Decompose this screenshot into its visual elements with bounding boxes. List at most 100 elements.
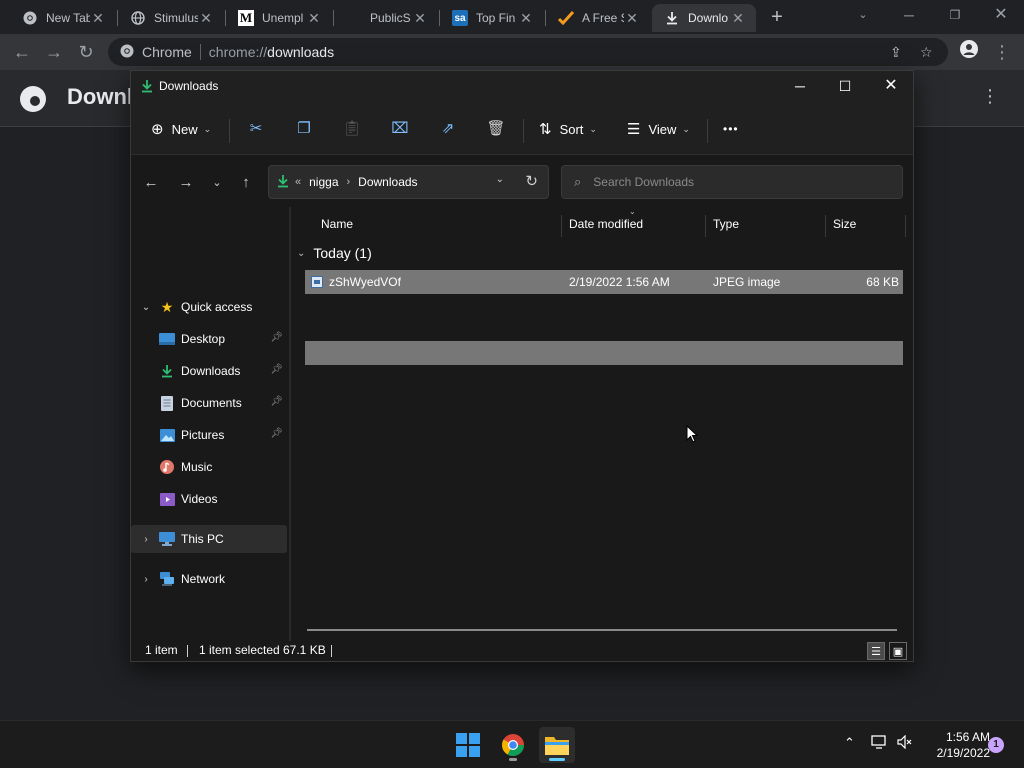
file-row[interactable]	[305, 341, 903, 365]
close-icon[interactable]: ✕	[518, 10, 534, 27]
nav-quick-access[interactable]: ⌄ ★ Quick access	[131, 293, 287, 321]
horizontal-scrollbar[interactable]	[307, 629, 897, 631]
restore-icon[interactable]: ❐	[932, 0, 978, 30]
tab-top-fin[interactable]: sa Top Fin ✕	[440, 4, 544, 32]
chevron-down-icon[interactable]: ⌄	[297, 248, 305, 259]
search-box[interactable]: ⌕	[561, 165, 903, 199]
column-header-size[interactable]: Size	[833, 207, 856, 241]
chevron-right-icon[interactable]: ›	[139, 534, 153, 545]
pin-icon[interactable]: 📌︎	[270, 332, 283, 343]
nav-label: Desktop	[181, 332, 226, 346]
chevron-down-icon[interactable]: ⌄	[139, 302, 153, 313]
column-header-type[interactable]: Type	[713, 207, 739, 241]
nav-this-pc[interactable]: › This PC	[131, 525, 287, 553]
close-icon[interactable]: ✕	[730, 10, 746, 27]
minimize-icon[interactable]: ─	[777, 71, 823, 103]
breadcrumb-item[interactable]: nigga	[309, 175, 338, 189]
paste-icon[interactable]: 📋︎	[340, 117, 364, 141]
rename-icon[interactable]: ⌧	[388, 117, 412, 141]
tab-downloads[interactable]: Downlo ✕	[652, 4, 756, 32]
pin-icon[interactable]: 📌︎	[270, 428, 283, 439]
pin-icon[interactable]: 📌︎	[270, 364, 283, 375]
kebab-menu-icon[interactable]: ⋮	[980, 86, 1000, 107]
explorer-title-bar[interactable]: Downloads ─ ☐ ✕	[131, 71, 913, 103]
address-bar[interactable]: Chrome chrome://downloads ⇪ ☆	[108, 38, 948, 66]
search-input[interactable]	[593, 175, 874, 189]
new-button[interactable]: ⊕ New ⌄	[151, 115, 211, 143]
chevron-up-icon[interactable]: ⌃	[844, 735, 855, 751]
file-explorer-taskbar-icon[interactable]	[539, 727, 575, 763]
nav-item-documents[interactable]: Documents 📌︎	[131, 389, 287, 417]
star-icon[interactable]: ☆	[920, 38, 933, 66]
recent-locations-chevron-icon[interactable]: ⌄	[205, 171, 229, 195]
close-icon[interactable]: ✕	[306, 10, 322, 27]
close-icon[interactable]: ✕	[868, 71, 914, 103]
column-header-date[interactable]: Date modified	[569, 207, 643, 241]
chevron-right-icon[interactable]: ›	[347, 176, 351, 188]
close-icon[interactable]: ✕	[624, 10, 640, 27]
display-icon[interactable]	[871, 735, 887, 752]
forward-arrow-icon[interactable]: →	[174, 171, 198, 195]
column-divider[interactable]	[705, 215, 706, 237]
system-clock[interactable]: 1:56 AM 2/19/2022	[920, 729, 990, 761]
nav-network[interactable]: › Network	[131, 565, 287, 593]
download-icon	[159, 363, 175, 379]
nav-item-videos[interactable]: Videos	[131, 485, 287, 513]
nav-item-music[interactable]: Music	[131, 453, 287, 481]
kebab-menu-icon[interactable]: ⋮	[990, 40, 1014, 64]
refresh-icon[interactable]: ↻	[525, 172, 538, 190]
share-icon[interactable]: ⇗	[436, 117, 460, 141]
close-window-icon[interactable]: ✕	[978, 0, 1024, 30]
maximize-icon[interactable]: ☐	[822, 71, 868, 103]
status-divider	[187, 645, 188, 657]
nav-item-downloads[interactable]: Downloads 📌︎	[131, 357, 287, 385]
tab-stimulus[interactable]: Stimulus ✕	[118, 4, 224, 32]
column-divider[interactable]	[561, 215, 562, 237]
close-icon[interactable]: ✕	[412, 10, 428, 27]
breadcrumb-overflow[interactable]: «	[295, 176, 301, 188]
more-options-button[interactable]: •••	[723, 115, 739, 143]
toolbar-divider	[707, 119, 708, 143]
breadcrumb-item[interactable]: Downloads	[358, 175, 417, 189]
copy-icon[interactable]: ❐	[292, 117, 316, 141]
tab-new-tab[interactable]: New Tab ✕	[10, 4, 116, 32]
windows-start-icon[interactable]	[450, 727, 486, 763]
notification-badge[interactable]: 1	[988, 737, 1004, 753]
reload-icon[interactable]: ↻	[74, 40, 98, 64]
delete-icon[interactable]: 🗑︎	[484, 117, 508, 141]
close-icon[interactable]: ✕	[90, 10, 106, 27]
group-header-today[interactable]: ⌄ Today (1)	[297, 245, 372, 261]
tab-publics[interactable]: PublicS ✕	[334, 4, 438, 32]
tab-unemployment[interactable]: M Unempl ✕	[226, 4, 332, 32]
back-arrow-icon[interactable]: ←	[139, 171, 163, 195]
chevron-right-icon[interactable]: ›	[139, 574, 153, 585]
nav-item-desktop[interactable]: Desktop 📌︎	[131, 325, 287, 353]
back-arrow-icon[interactable]: ←	[10, 40, 34, 64]
nav-item-pictures[interactable]: Pictures 📌︎	[131, 421, 287, 449]
share-icon[interactable]: ⇪	[890, 38, 902, 66]
details-view-icon[interactable]: ☰	[867, 642, 885, 660]
forward-arrow-icon[interactable]: →	[42, 40, 66, 64]
large-icons-view-icon[interactable]: ▣	[889, 642, 907, 660]
up-arrow-icon[interactable]: ↑	[234, 171, 258, 195]
cut-icon[interactable]: ✂	[244, 117, 268, 141]
pin-icon[interactable]: 📌︎	[270, 396, 283, 407]
file-row-selected[interactable]: zShWyedVOf 2/19/2022 1:56 AM JPEG image …	[305, 270, 903, 294]
view-button-label: View	[648, 121, 677, 137]
minimize-icon[interactable]: ─	[886, 0, 932, 30]
volume-muted-icon[interactable]	[897, 734, 913, 752]
sort-button[interactable]: ⇅ Sort ⌄	[539, 115, 597, 143]
command-bar: ⊕ New ⌄ ✂ ❐ 📋︎ ⌧ ⇗ 🗑︎ ⇅ Sort ⌄ ☰ View ⌄ …	[131, 103, 913, 155]
chevron-down-icon[interactable]: ⌄	[496, 174, 504, 185]
view-button[interactable]: ☰ View ⌄	[627, 115, 690, 143]
column-header-name[interactable]: Name	[321, 207, 353, 241]
address-box[interactable]: « nigga › Downloads ⌄ ↻	[268, 165, 549, 199]
new-tab-button[interactable]: +	[766, 6, 788, 28]
close-icon[interactable]: ✕	[198, 10, 214, 27]
chrome-taskbar-icon[interactable]	[495, 727, 531, 763]
column-divider[interactable]	[905, 215, 906, 237]
profile-avatar-icon[interactable]	[957, 40, 981, 64]
tab-a-free[interactable]: A Free S ✕	[546, 4, 650, 32]
tab-search-icon[interactable]: ⌄	[840, 0, 886, 30]
column-divider[interactable]	[825, 215, 826, 237]
